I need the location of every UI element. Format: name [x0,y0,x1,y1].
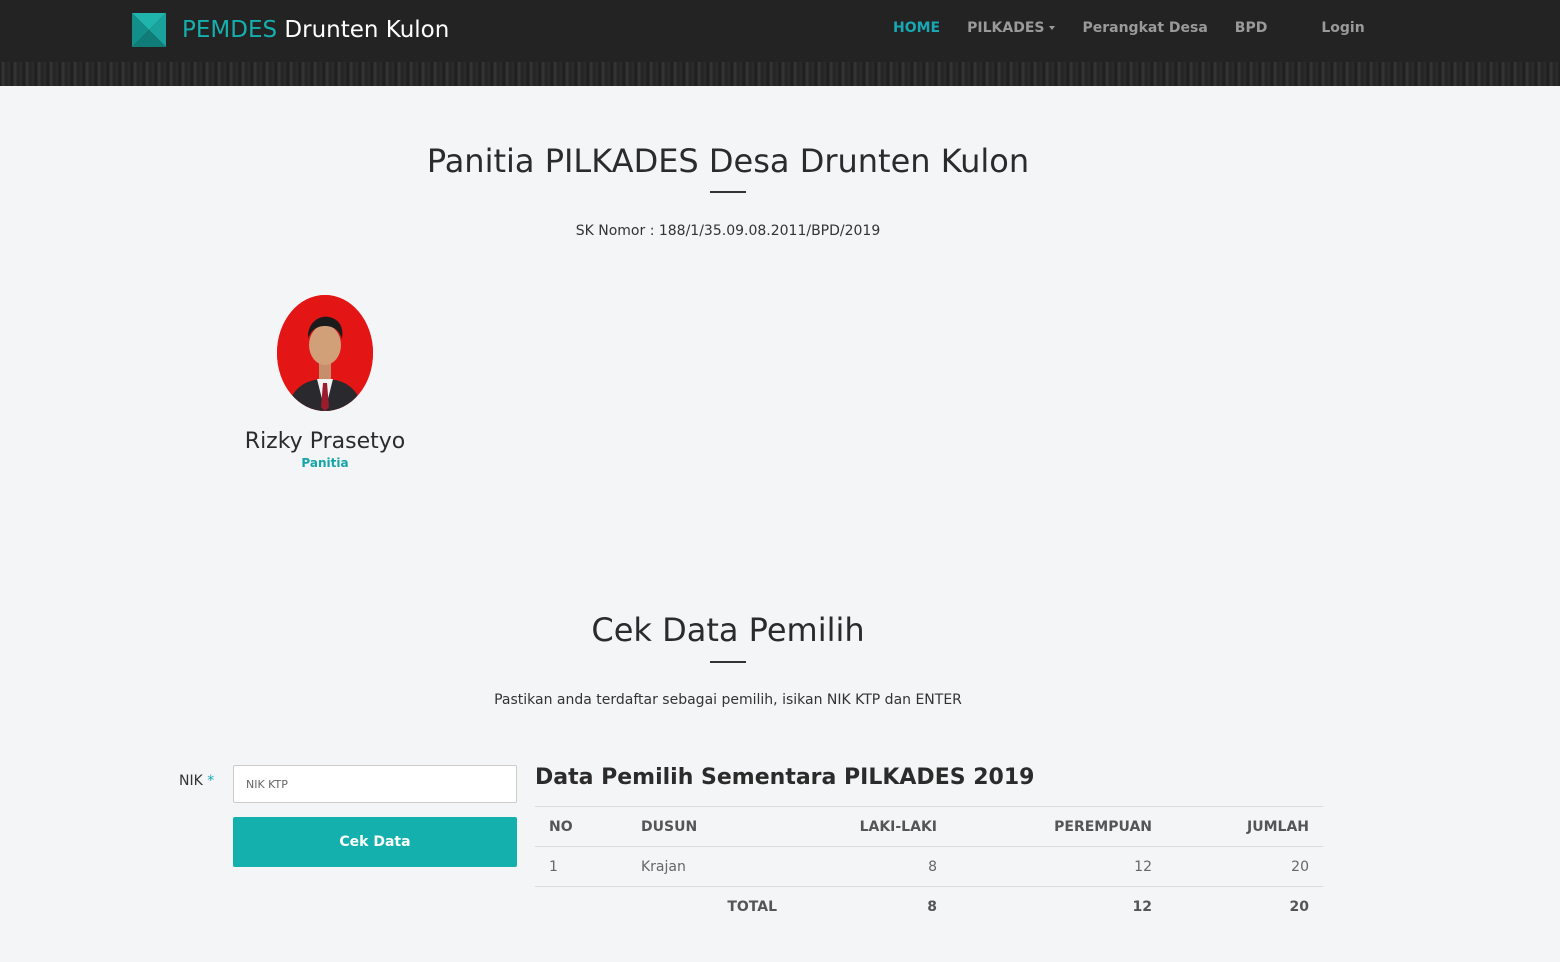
nav-pilkades[interactable]: PILKADES [967,20,1056,36]
nik-label: NIK * [179,773,215,789]
col-jumlah: JUMLAH [1166,806,1323,847]
cell-perempuan: 12 [951,846,1166,887]
nav-perangkat-desa[interactable]: Perangkat Desa [1082,20,1207,36]
voter-table: NO DUSUN LAKI-LAKI PEREMPUAN JUMLAH 1 Kr… [535,806,1323,927]
panitia-title: Panitia PILKADES Desa Drunten Kulon [426,142,1030,180]
nav-login[interactable]: Login [1321,20,1364,36]
member-name: Rizky Prasetyo [244,429,406,454]
table-row: 1 Krajan 8 12 20 [535,846,1323,887]
nav-bpd[interactable]: BPD [1235,20,1268,36]
total-label: TOTAL [535,886,777,927]
sk-number: SK Nomor : 188/1/35.09.08.2011/BPD/2019 [575,223,881,239]
member-card: Rizky Prasetyo Panitia [230,295,420,470]
cek-subtitle: Pastikan anda terdaftar sebagai pemilih,… [494,692,962,708]
cek-divider [710,661,746,663]
col-dusun: DUSUN [627,806,777,847]
total-laki-laki: 8 [777,886,951,927]
nav-home[interactable]: HOME [893,20,940,36]
brand-name: PEMDES Drunten Kulon [182,17,450,43]
cek-title: Cek Data Pemilih [591,611,865,649]
avatar [277,295,373,411]
nik-input[interactable] [233,765,517,803]
col-laki-laki: LAKI-LAKI [777,806,951,847]
col-perempuan: PEREMPUAN [951,806,1166,847]
cek-data-button[interactable]: Cek Data [233,817,517,867]
cell-laki-laki: 8 [777,846,951,887]
table-title: Data Pemilih Sementara PILKADES 2019 [535,765,1035,790]
col-no: NO [535,806,627,847]
member-role: Panitia [301,456,349,470]
main-nav: HOME PILKADES Perangkat Desa BPD Login [893,20,1365,36]
navbar-texture [0,62,1560,86]
cell-no: 1 [535,846,627,887]
brand[interactable]: PEMDES Drunten Kulon [132,13,449,47]
cell-jumlah: 20 [1166,846,1323,887]
top-navbar: PEMDES Drunten Kulon HOME PILKADES Peran… [0,0,1560,86]
dropdown-caret-icon [1049,26,1056,30]
cell-dusun: Krajan [627,846,777,887]
brand-logo-icon [132,13,166,47]
total-perempuan: 12 [951,886,1166,927]
panitia-divider [710,191,746,193]
total-jumlah: 20 [1166,886,1323,927]
table-total-row: TOTAL 8 12 20 [535,886,1323,927]
required-mark: * [207,773,215,789]
